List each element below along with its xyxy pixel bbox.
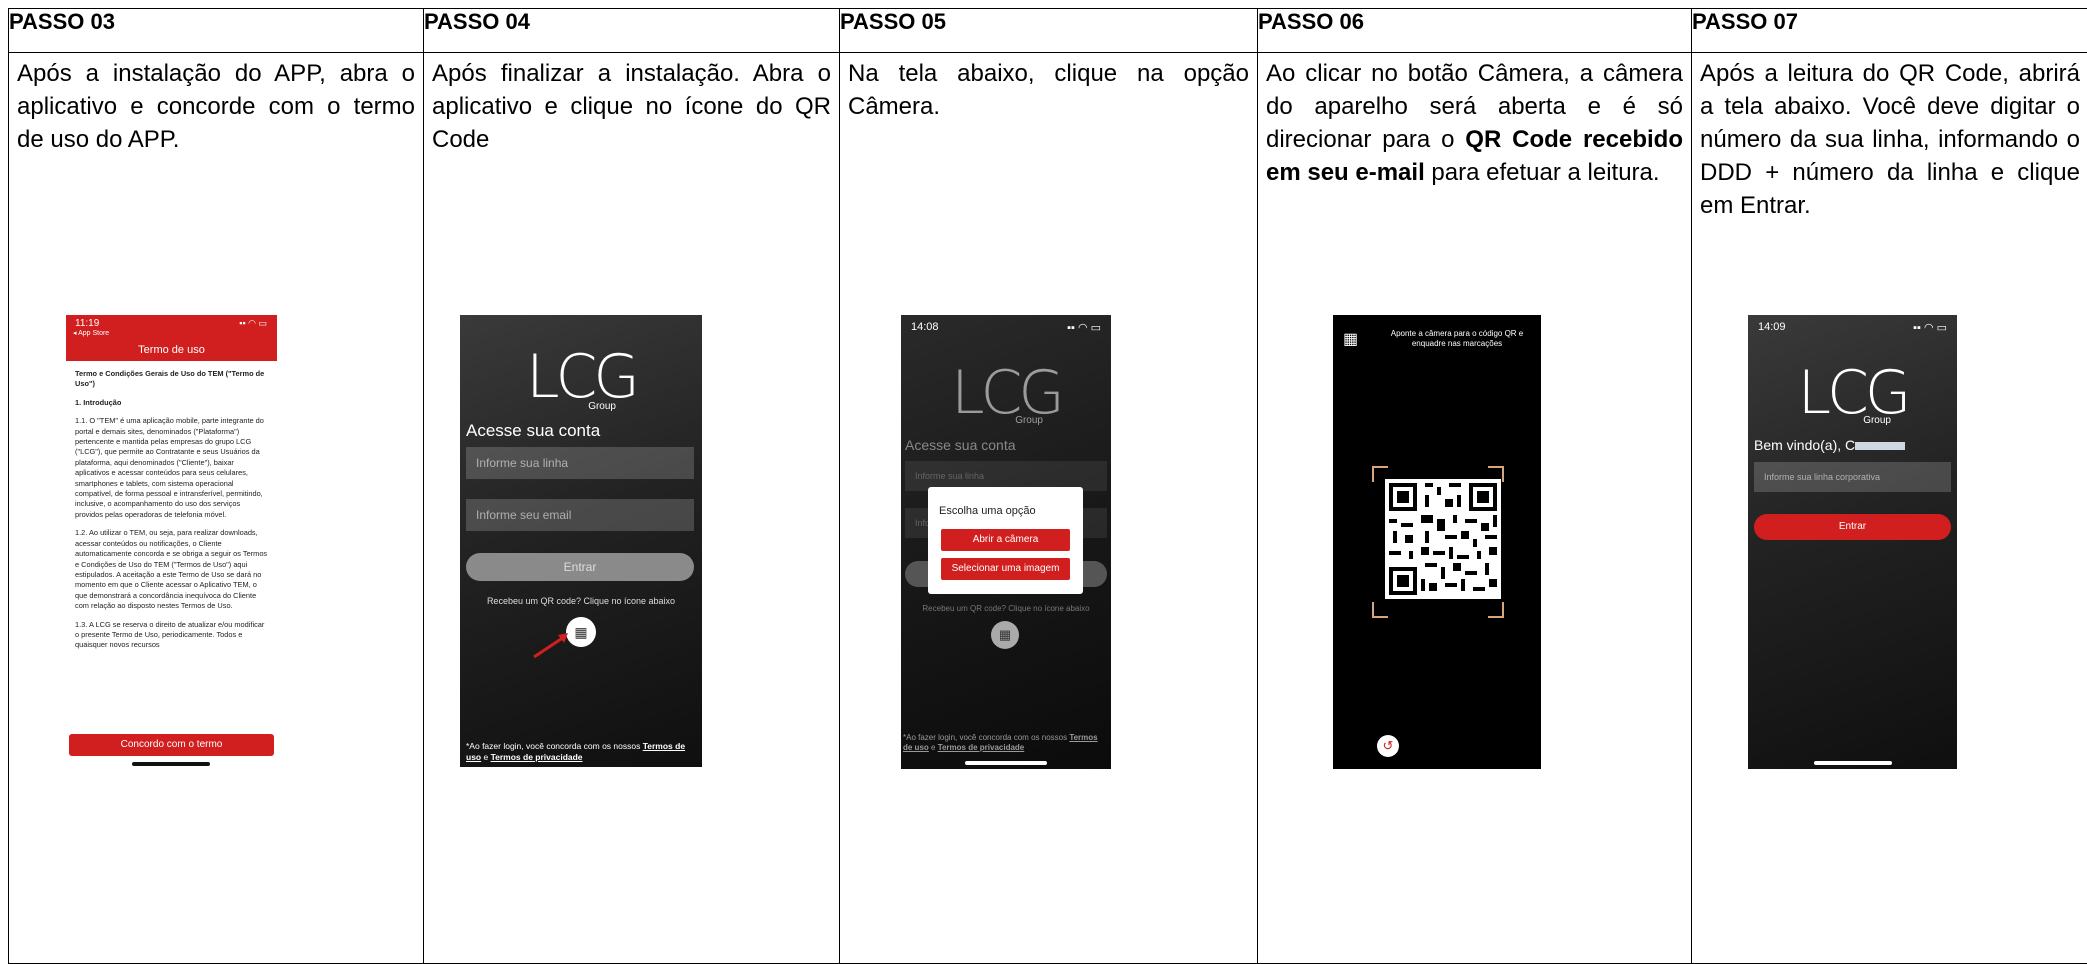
step-header-07: PASSO 07 [1692,9,2087,53]
select-image-button[interactable]: Selecionar uma imagem [941,558,1070,580]
privacy-terms-link[interactable]: Termos de privacidade [491,752,583,762]
terms-section-title: 1. Introdução [75,398,268,408]
open-camera-button[interactable]: Abrir a câmera [941,529,1070,551]
terms-paragraph-1: 1.1. O "TEM" é uma aplicação mobile, par… [75,416,268,520]
home-indicator [1814,761,1892,765]
frame-corner-bottom-right [1488,602,1504,618]
login-heading: Acesse sua conta [466,421,600,441]
phone-welcome-screenshot: 14:09▪▪ ◠ ▭ LCG Group Bem vindo(a), C In… [1748,315,1957,769]
terms-text-area[interactable]: Termo e Condições Gerais de Uso do TEM (… [75,369,268,733]
step-cell-04: Após finalizar a instalação. Abra o apli… [424,53,840,964]
status-icons: ▪▪ ◠ ▭ [239,318,267,329]
login-heading: Acesse sua conta [905,437,1016,453]
status-bar: 14:09▪▪ ◠ ▭ [1758,321,1947,334]
login-footer: *Ao fazer login, você concorda com os no… [466,741,698,763]
step-header-05: PASSO 05 [840,9,1258,53]
agree-terms-button[interactable]: Concordo com o termo [69,734,274,756]
dialog-title: Escolha uma opção [939,505,1036,517]
terms-paragraph-2: 1.2. Ao utilizar o TEM, ou seja, para re… [75,528,268,611]
enter-button[interactable]: Entrar [1754,514,1951,540]
step-header-04: PASSO 04 [424,9,840,53]
back-to-app-store-link[interactable]: ◂ App Store [73,329,109,337]
phone-terms-screenshot: 11:19 ▪▪ ◠ ▭ ◂ App Store Termo de uso Te… [66,315,277,767]
screen-title: Termo de uso [66,344,277,356]
lcg-logo: LCG Group [460,349,702,405]
lcg-logo: LCG Group [1748,365,1957,421]
qr-code-image [1385,479,1501,599]
step-cell-06: Ao clicar no botão Câmera, a câmera do a… [1258,53,1692,964]
steps-table: PASSO 03 PASSO 04 PASSO 05 PASSO 06 PASS… [8,8,2087,964]
login-footer: *Ao fazer login, você concorda com os no… [903,733,1109,753]
frame-corner-bottom-left [1372,602,1388,618]
step-header-03: PASSO 03 [9,9,424,53]
step-description: Ao clicar no botão Câmera, a câmera do a… [1258,53,1691,189]
qr-code-icon[interactable]: ▦ [991,621,1019,649]
terms-doc-title: Termo e Condições Gerais de Uso do TEM (… [75,369,268,390]
red-arrow-icon [532,629,572,659]
status-bar: 14:08▪▪ ◠ ▭ [911,321,1101,334]
qr-hint-text: Recebeu um QR code? Clique no ícone abai… [901,604,1111,613]
step-description: Após a instalação do APP, abra o aplicat… [9,53,423,156]
phone-camera-screenshot: ▦ Aponte a câmera para o código QR e enq… [1333,315,1541,769]
line-input[interactable]: Informe sua linha [466,447,694,479]
phone-login-screenshot: LCG Group Acesse sua conta Informe sua l… [460,315,702,767]
email-input[interactable]: Informe seu email [466,499,694,531]
camera-instruction: Aponte a câmera para o código QR e enqua… [1377,329,1537,349]
step-description: Após a leitura do QR Code, abrirá a tela… [1692,53,2087,222]
welcome-text: Bem vindo(a), C [1754,437,1905,453]
switch-camera-icon[interactable]: ↺ [1377,735,1399,757]
enter-button[interactable]: Entrar [466,553,694,581]
home-indicator [965,761,1047,765]
step-description: Após finalizar a instalação. Abra o apli… [424,53,839,156]
step-cell-05: Na tela abaixo, clique na opção Câmera. … [840,53,1258,964]
qr-small-icon: ▦ [1343,329,1358,349]
step-cell-03: Após a instalação do APP, abra o aplicat… [9,53,424,964]
step-header-06: PASSO 06 [1258,9,1692,53]
home-indicator [132,762,210,766]
qr-hint-text: Recebeu um QR code? Clique no ícone abai… [460,596,702,606]
step-cell-07: Após a leitura do QR Code, abrirá a tela… [1692,53,2087,964]
privacy-terms-link[interactable]: Termos de privacidade [938,743,1025,752]
lcg-logo: LCG Group [901,365,1111,421]
option-dialog: Escolha uma opção Abrir a câmera Selecio… [928,487,1083,594]
corporate-line-input[interactable]: Informe sua linha corporativa [1754,462,1951,492]
terms-paragraph-3: 1.3. A LCG se reserva o direito de atual… [75,620,268,651]
step-description: Na tela abaixo, clique na opção Câmera. [840,53,1257,123]
status-time: 11:19 [75,318,99,329]
phone-option-dialog-screenshot: 14:08▪▪ ◠ ▭ LCG Group Acesse sua conta I… [901,315,1111,769]
